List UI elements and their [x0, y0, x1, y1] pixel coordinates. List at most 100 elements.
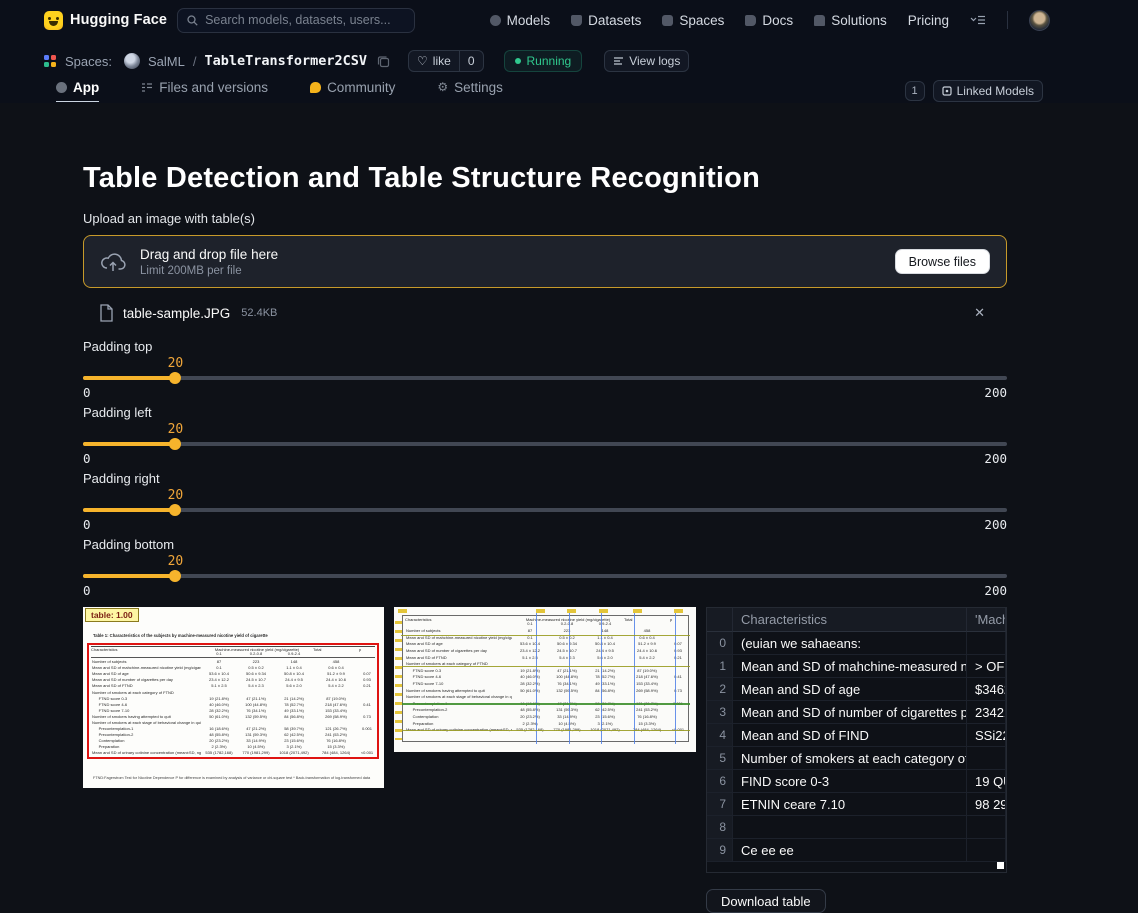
row-separator-line — [401, 666, 690, 667]
slider-min: 0 — [83, 451, 91, 466]
scan-caption: Table 1: Characteristics of the subjects… — [93, 633, 376, 638]
like-button[interactable]: ♡ like — [409, 51, 459, 71]
nav-spaces[interactable]: Spaces — [662, 13, 724, 28]
scan-table-row: Mean and SD of number of cigarettes per … — [405, 648, 686, 655]
slider-track[interactable] — [83, 442, 1007, 446]
spaces-icon — [662, 15, 673, 26]
search-input[interactable]: Search models, datasets, users... — [177, 8, 415, 33]
copy-icon[interactable] — [377, 55, 390, 68]
table-row: 3Mean and SD of number of cigarettes per… — [707, 701, 1006, 724]
slider-thumb[interactable] — [169, 438, 181, 450]
table-row: 7ETNIN ceare 7.1098 292%) — [707, 793, 1006, 816]
table-row: 2Mean and SD of age$3462 104 — [707, 678, 1006, 701]
slider-max: 200 — [984, 451, 1007, 466]
scan-table-row: FTND score 0-319 (21.8%)47 (21.1%)21 (14… — [405, 668, 686, 675]
tab-files-and-versions[interactable]: Files and versions — [141, 80, 268, 102]
column-separator-line — [601, 612, 602, 744]
slider-track[interactable] — [83, 376, 1007, 380]
download-table-button[interactable]: Download table — [706, 889, 826, 913]
padding-slider: Padding left 20 0 200 — [83, 405, 1007, 467]
solutions-icon — [814, 15, 825, 26]
scan-table-row: FTND score 4-640 (46.0%)100 (44.8%)78 (5… — [405, 674, 686, 681]
row-separator-line — [401, 730, 690, 731]
column-separator-line — [634, 612, 635, 744]
nav-solutions[interactable]: Solutions — [814, 13, 887, 28]
column-separator-line — [675, 612, 676, 744]
table-structure-image: Characteristics Machine-measured nicotin… — [394, 607, 696, 752]
slider-value: 20 — [168, 356, 184, 371]
space-tabs-row: App Files and versions Community ⚙ Setti… — [0, 76, 1138, 103]
slider-value: 20 — [168, 422, 184, 437]
uploaded-file-size: 52.4KB — [241, 307, 277, 319]
browse-files-button[interactable]: Browse files — [895, 249, 990, 274]
huggingface-home-link[interactable]: Hugging Face — [44, 11, 167, 30]
slider-value: 20 — [168, 554, 184, 569]
slider-thumb[interactable] — [169, 372, 181, 384]
padding-sliders: Padding top 20 0 200 Padding left — [83, 339, 1007, 599]
spaces-section-label: Spaces: — [65, 54, 112, 69]
slider-value: 20 — [168, 488, 184, 503]
slider-thumb[interactable] — [169, 570, 181, 582]
header-characteristics: Characteristics — [733, 608, 967, 632]
owner-avatar[interactable] — [124, 53, 140, 69]
space-name-link[interactable]: TableTransformer2CSV — [204, 53, 367, 69]
slider-track[interactable] — [83, 508, 1007, 512]
dataframe-resize-handle[interactable] — [997, 862, 1004, 869]
brand-name: Hugging Face — [70, 12, 167, 28]
top-navbar: Hugging Face Search models, datasets, us… — [0, 0, 1138, 40]
nav-models[interactable]: Models — [490, 13, 551, 28]
slider-track[interactable] — [83, 574, 1007, 578]
file-dropzone[interactable]: Drag and drop file here Limit 200MB per … — [83, 235, 1007, 288]
tab-app[interactable]: App — [56, 80, 99, 102]
dropzone-limit-text: Limit 200MB per file — [140, 265, 881, 277]
remove-file-button[interactable]: ✕ — [968, 305, 991, 321]
column-separator-line — [536, 612, 537, 744]
slider-max: 200 — [984, 583, 1007, 598]
table-row: 1Mean and SD of mahchine-measured nicoti… — [707, 655, 1006, 678]
table-row: 5Number of smokers at each category of F… — [707, 747, 1006, 770]
header-index — [707, 608, 733, 632]
datasets-icon — [571, 15, 582, 26]
nav-datasets[interactable]: Datasets — [571, 13, 641, 28]
slider-min: 0 — [83, 583, 91, 598]
nav-docs[interactable]: Docs — [745, 13, 793, 28]
owner-link[interactable]: SalML — [148, 54, 185, 69]
like-count[interactable]: 0 — [459, 51, 483, 71]
dataframe-rows: 0(euian we sahaeans: 1Mean and SD of mah… — [707, 632, 1006, 862]
linked-models-button[interactable]: Linked Models — [933, 80, 1043, 102]
models-icon — [490, 15, 501, 26]
row-separator-line — [401, 703, 690, 705]
search-placeholder: Search models, datasets, users... — [205, 13, 391, 27]
uploaded-file-row: table-sample.JPG 52.4KB ✕ — [83, 296, 1007, 330]
table-row: 6FIND score 0-319 QUB% — [707, 770, 1006, 793]
slider-thumb[interactable] — [169, 504, 181, 516]
gear-icon: ⚙ — [437, 80, 448, 94]
user-avatar[interactable] — [1029, 10, 1050, 31]
running-status-badge[interactable]: Running — [504, 50, 583, 72]
status-dot-icon — [515, 58, 521, 64]
path-separator: / — [193, 54, 197, 69]
nav-divider — [1007, 11, 1008, 29]
tab-community[interactable]: Community — [310, 80, 395, 102]
primary-nav: Models Datasets Spaces Docs Solutions Pr… — [490, 10, 1050, 31]
tab-settings[interactable]: ⚙ Settings — [437, 80, 503, 102]
docs-icon — [745, 15, 756, 26]
uploader-label: Upload an image with table(s) — [83, 211, 1007, 226]
view-logs-button[interactable]: View logs — [604, 50, 689, 72]
scan-table-row: Preparation2 (2.3%)10 (4.5%)3 (2.1%)15 (… — [405, 720, 686, 727]
dropzone-text: Drag and drop file here — [140, 247, 881, 262]
slider-label: Padding bottom — [83, 537, 1007, 553]
scan-table-row: Number of smokers at each stage of behav… — [405, 694, 686, 701]
page-title: Table Detection and Table Structure Reco… — [83, 162, 1007, 195]
streamlit-app-frame: Table Detection and Table Structure Reco… — [0, 103, 1138, 913]
page: Hugging Face Search models, datasets, us… — [0, 0, 1138, 913]
slider-label: Padding left — [83, 405, 1007, 421]
table-row: 9Ce ee ee — [707, 839, 1006, 862]
scan-table-row: Mean and SD of FTND5.1 ± 2.55.4 ± 2.35.6… — [405, 654, 686, 661]
linked-models-count[interactable]: 1 — [905, 81, 925, 101]
ocr-dataframe[interactable]: Characteristics 'Machine- 0(euian we sah… — [706, 607, 1007, 873]
nav-pricing[interactable]: Pricing — [908, 13, 949, 28]
more-menu-button[interactable] — [970, 14, 986, 26]
scan-table-row: Mean and SD of mahchine-measured nicotin… — [405, 635, 686, 642]
padding-slider: Padding top 20 0 200 — [83, 339, 1007, 401]
